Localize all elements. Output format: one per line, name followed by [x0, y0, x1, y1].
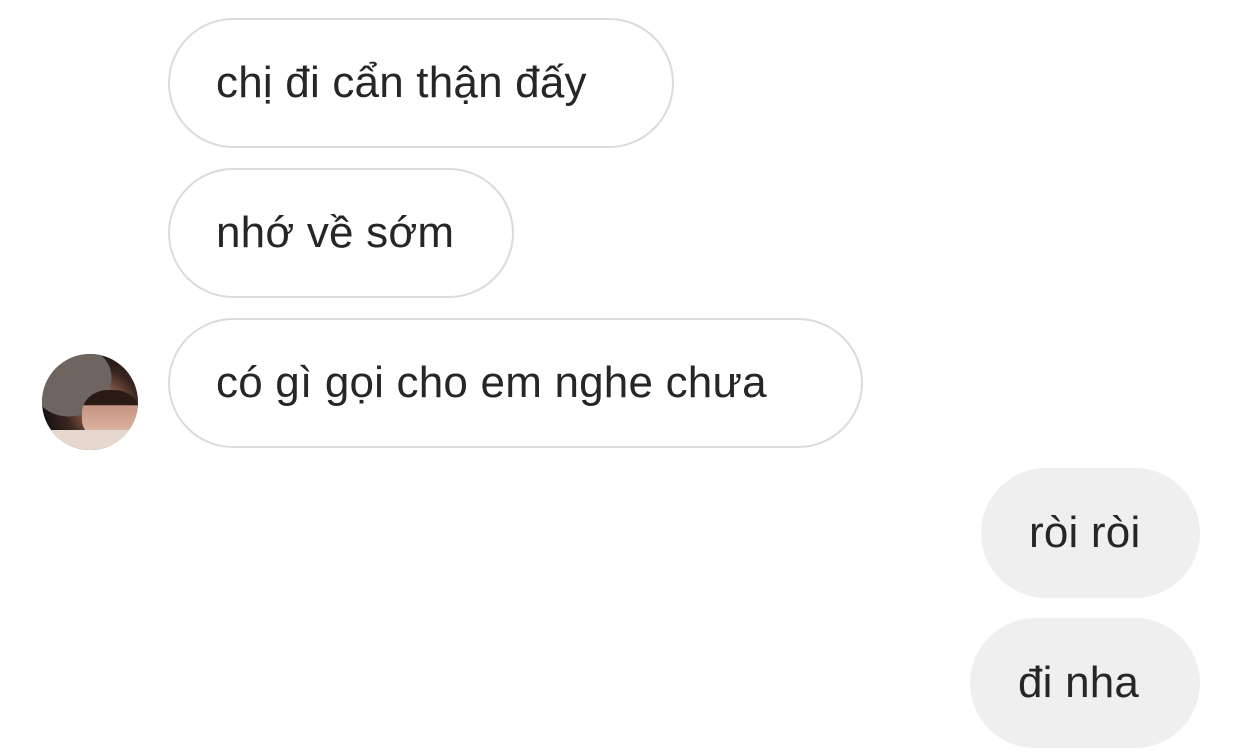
message-text: đi nha — [1018, 658, 1140, 707]
avatar-photo-blanket — [42, 430, 138, 450]
message-bubble-received[interactable]: nhớ về sớm — [168, 168, 514, 298]
message-bubble-received[interactable]: chị đi cẩn thận đấy — [168, 18, 674, 148]
message-text: có gì gọi cho em nghe chưa — [216, 358, 767, 407]
contact-avatar[interactable] — [42, 354, 138, 450]
message-bubble-sent[interactable]: đi nha — [970, 618, 1200, 748]
message-text: nhớ về sớm — [216, 208, 455, 257]
message-bubble-sent[interactable]: ròi ròi — [981, 468, 1200, 598]
chat-thread: chị đi cẩn thận đấy nhớ về sớm có gì gọi… — [0, 0, 1242, 755]
message-bubble-received[interactable]: có gì gọi cho em nghe chưa — [168, 318, 863, 448]
message-text: ròi ròi — [1029, 508, 1141, 557]
message-text: chị đi cẩn thận đấy — [216, 58, 587, 107]
